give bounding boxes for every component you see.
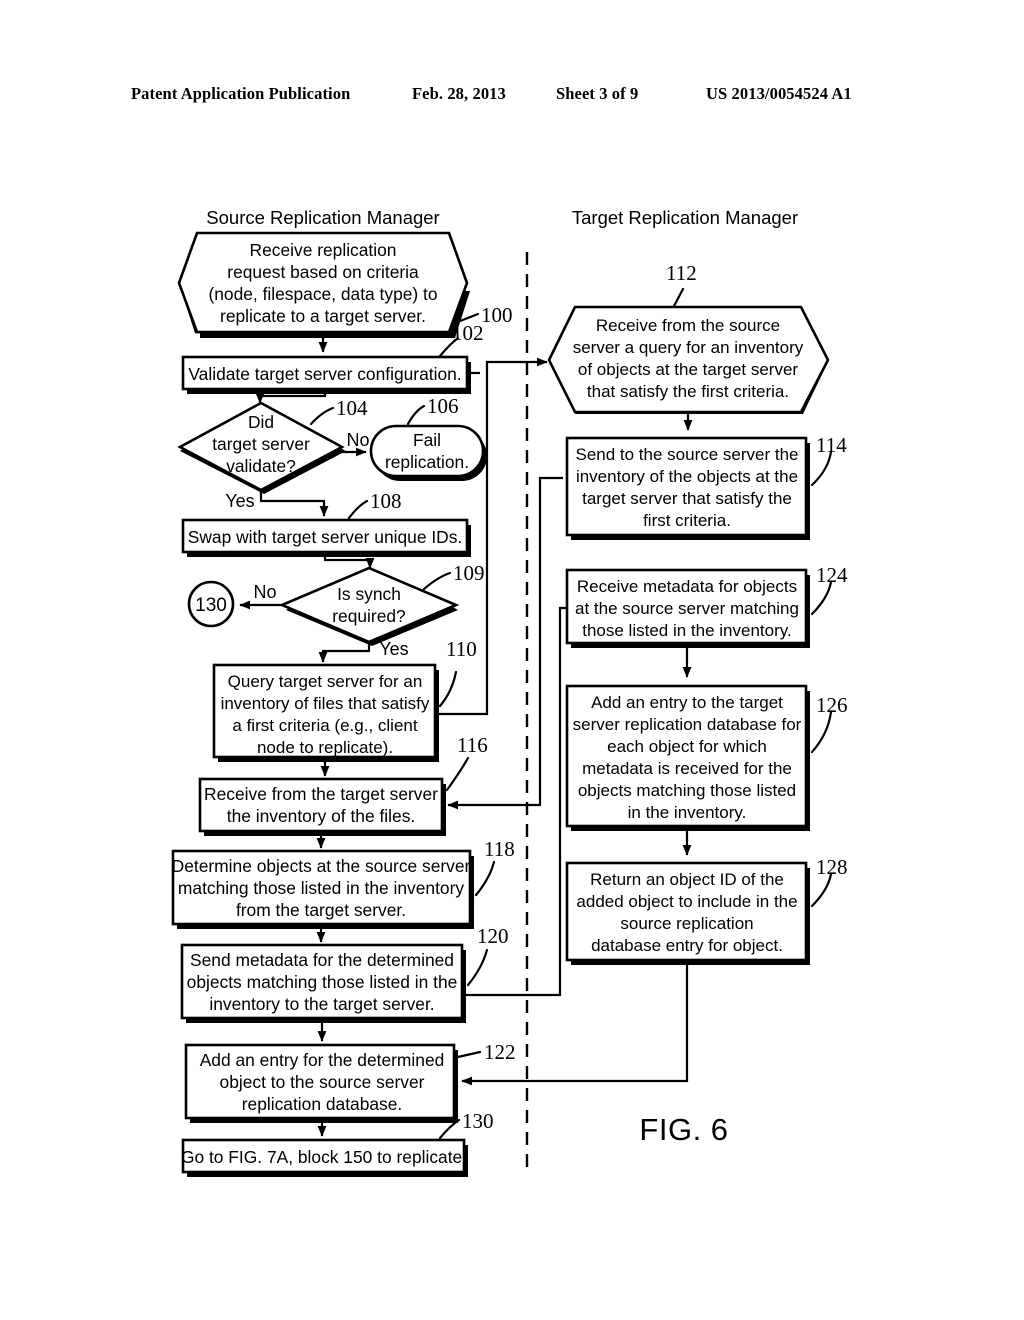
ref-num-100: 100	[481, 303, 513, 327]
ref-num-109: 109	[453, 561, 485, 585]
node-128-line-2: source replication	[620, 914, 753, 933]
ref-num-114: 114	[816, 433, 847, 457]
connector-circle-130-label: 130	[195, 595, 227, 616]
connector-circle-130: 130	[187, 580, 235, 628]
node-122-line-0: Add an entry for the determined	[200, 1050, 445, 1070]
node-110-line-0: Query target server for an	[228, 672, 423, 691]
ref-num-122: 122	[484, 1040, 516, 1064]
node-112: Receive from the source server a query f…	[547, 305, 830, 414]
node-126-line-4: objects matching those listed	[578, 781, 796, 800]
node-112-line-0: Receive from the source	[596, 316, 780, 335]
node-126-line-3: metadata is received for the	[582, 759, 792, 778]
node-114-line-1: inventory of the objects at the	[576, 467, 798, 486]
node-130-line-0: Go to FIG. 7A, block 150 to replicate.	[181, 1147, 467, 1167]
ref-num-126: 126	[816, 693, 848, 717]
node-124-line-0: Receive metadata for objects	[577, 577, 797, 596]
node-118: Determine objects at the source server m…	[172, 837, 515, 929]
edge-label-109-yes: Yes	[379, 639, 408, 659]
ref-num-128: 128	[816, 855, 848, 879]
lane-title-source: Source Replication Manager	[206, 207, 439, 228]
node-126-line-5: in the inventory.	[628, 803, 747, 822]
node-106: Fail replication. 106	[369, 394, 487, 481]
ref-num-120: 120	[477, 924, 509, 948]
node-106-line-0: Fail	[413, 430, 441, 450]
ref-num-112: 112	[666, 261, 697, 285]
node-110-line-2: a first criteria (e.g., client	[232, 716, 417, 735]
node-128-line-1: added object to include in the	[576, 892, 797, 911]
node-108-line-0: Swap with target server unique IDs.	[188, 527, 463, 547]
node-109-line-0: Is synch	[337, 584, 401, 604]
node-126: Add an entry to the target server replic…	[565, 684, 848, 831]
node-124-line-1: at the source server matching	[575, 599, 799, 618]
node-102-line-0: Validate target server configuration.	[188, 364, 461, 384]
edge-109-110	[318, 642, 371, 663]
figure-label: FIG. 6	[639, 1112, 728, 1147]
node-122-line-2: replication database.	[242, 1094, 403, 1114]
node-118-line-0: Determine objects at the source server	[172, 856, 471, 876]
node-110: Query target server for an inventory of …	[212, 637, 477, 762]
node-100-line-0: Receive replication	[250, 240, 397, 260]
edge-label-104-yes: Yes	[225, 491, 254, 511]
node-106-line-1: replication.	[385, 452, 469, 472]
lane-title-target: Target Replication Manager	[572, 207, 798, 228]
node-114-line-0: Send to the source server the	[575, 445, 798, 464]
node-120-line-2: inventory to the target server.	[209, 994, 434, 1014]
ref-num-116: 116	[457, 733, 488, 757]
node-112-line-1: server a query for an inventory	[573, 338, 804, 357]
node-109: Is synch required? 109	[278, 561, 485, 646]
node-104-line-2: validate?	[226, 456, 296, 476]
node-128: Return an object ID of the added object …	[565, 855, 848, 965]
node-118-line-2: from the target server.	[236, 900, 406, 920]
node-112-line-3: that satisfy the first criteria.	[587, 382, 789, 401]
node-114: Send to the source server the inventory …	[565, 433, 847, 540]
node-122-line-1: object to the source server	[220, 1072, 425, 1092]
node-118-line-1: matching those listed in the inventory	[178, 878, 464, 898]
node-110-line-3: node to replicate).	[257, 738, 393, 757]
edge-label-109-no: No	[253, 582, 276, 602]
node-114-line-2: target server that satisfy the	[582, 489, 792, 508]
node-124-line-2: those listed in the inventory.	[582, 621, 791, 640]
node-114-line-3: first criteria.	[643, 511, 731, 530]
node-100-line-3: replicate to a target server.	[220, 306, 426, 326]
ref-num-102: 102	[452, 321, 484, 345]
figure-6: Source Replication Manager Target Replic…	[0, 0, 1024, 1320]
node-120-line-1: objects matching those listed in the	[187, 972, 458, 992]
ref-num-104: 104	[336, 396, 368, 420]
node-120: Send metadata for the determined objects…	[180, 924, 509, 1023]
ref-num-118: 118	[484, 837, 515, 861]
node-116-line-1: the inventory of the files.	[227, 806, 416, 826]
node-128-line-3: database entry for object.	[591, 936, 783, 955]
node-116-line-0: Receive from the target server	[204, 784, 438, 804]
node-120-line-0: Send metadata for the determined	[190, 950, 454, 970]
ref-num-110: 110	[446, 637, 477, 661]
node-124: Receive metadata for objects at the sour…	[565, 563, 848, 648]
node-100-line-1: request based on criteria	[227, 262, 419, 282]
ref-num-124: 124	[816, 563, 848, 587]
flowchart-diagram: Source Replication Manager Target Replic…	[172, 207, 848, 1177]
ref-num-108: 108	[370, 489, 402, 513]
node-112-line-2: of objects at the target server	[578, 360, 799, 379]
node-126-line-2: each object for which	[607, 737, 767, 756]
node-104-line-0: Did	[248, 412, 274, 432]
node-109-line-1: required?	[332, 606, 406, 626]
node-128-line-0: Return an object ID of the	[590, 870, 784, 889]
ref-num-130: 130	[462, 1109, 494, 1133]
node-126-line-0: Add an entry to the target	[591, 693, 783, 712]
node-104: Did target server validate? 104	[177, 396, 368, 494]
edge-104-108	[259, 490, 329, 517]
node-104-line-1: target server	[212, 434, 310, 454]
ref-num-106: 106	[427, 394, 459, 418]
edge-label-104-no: No	[346, 430, 369, 450]
node-110-line-1: inventory of files that satisfy	[221, 694, 430, 713]
node-126-line-1: server replication database for	[573, 715, 802, 734]
node-100-line-2: (node, filespace, data type) to	[208, 284, 437, 304]
